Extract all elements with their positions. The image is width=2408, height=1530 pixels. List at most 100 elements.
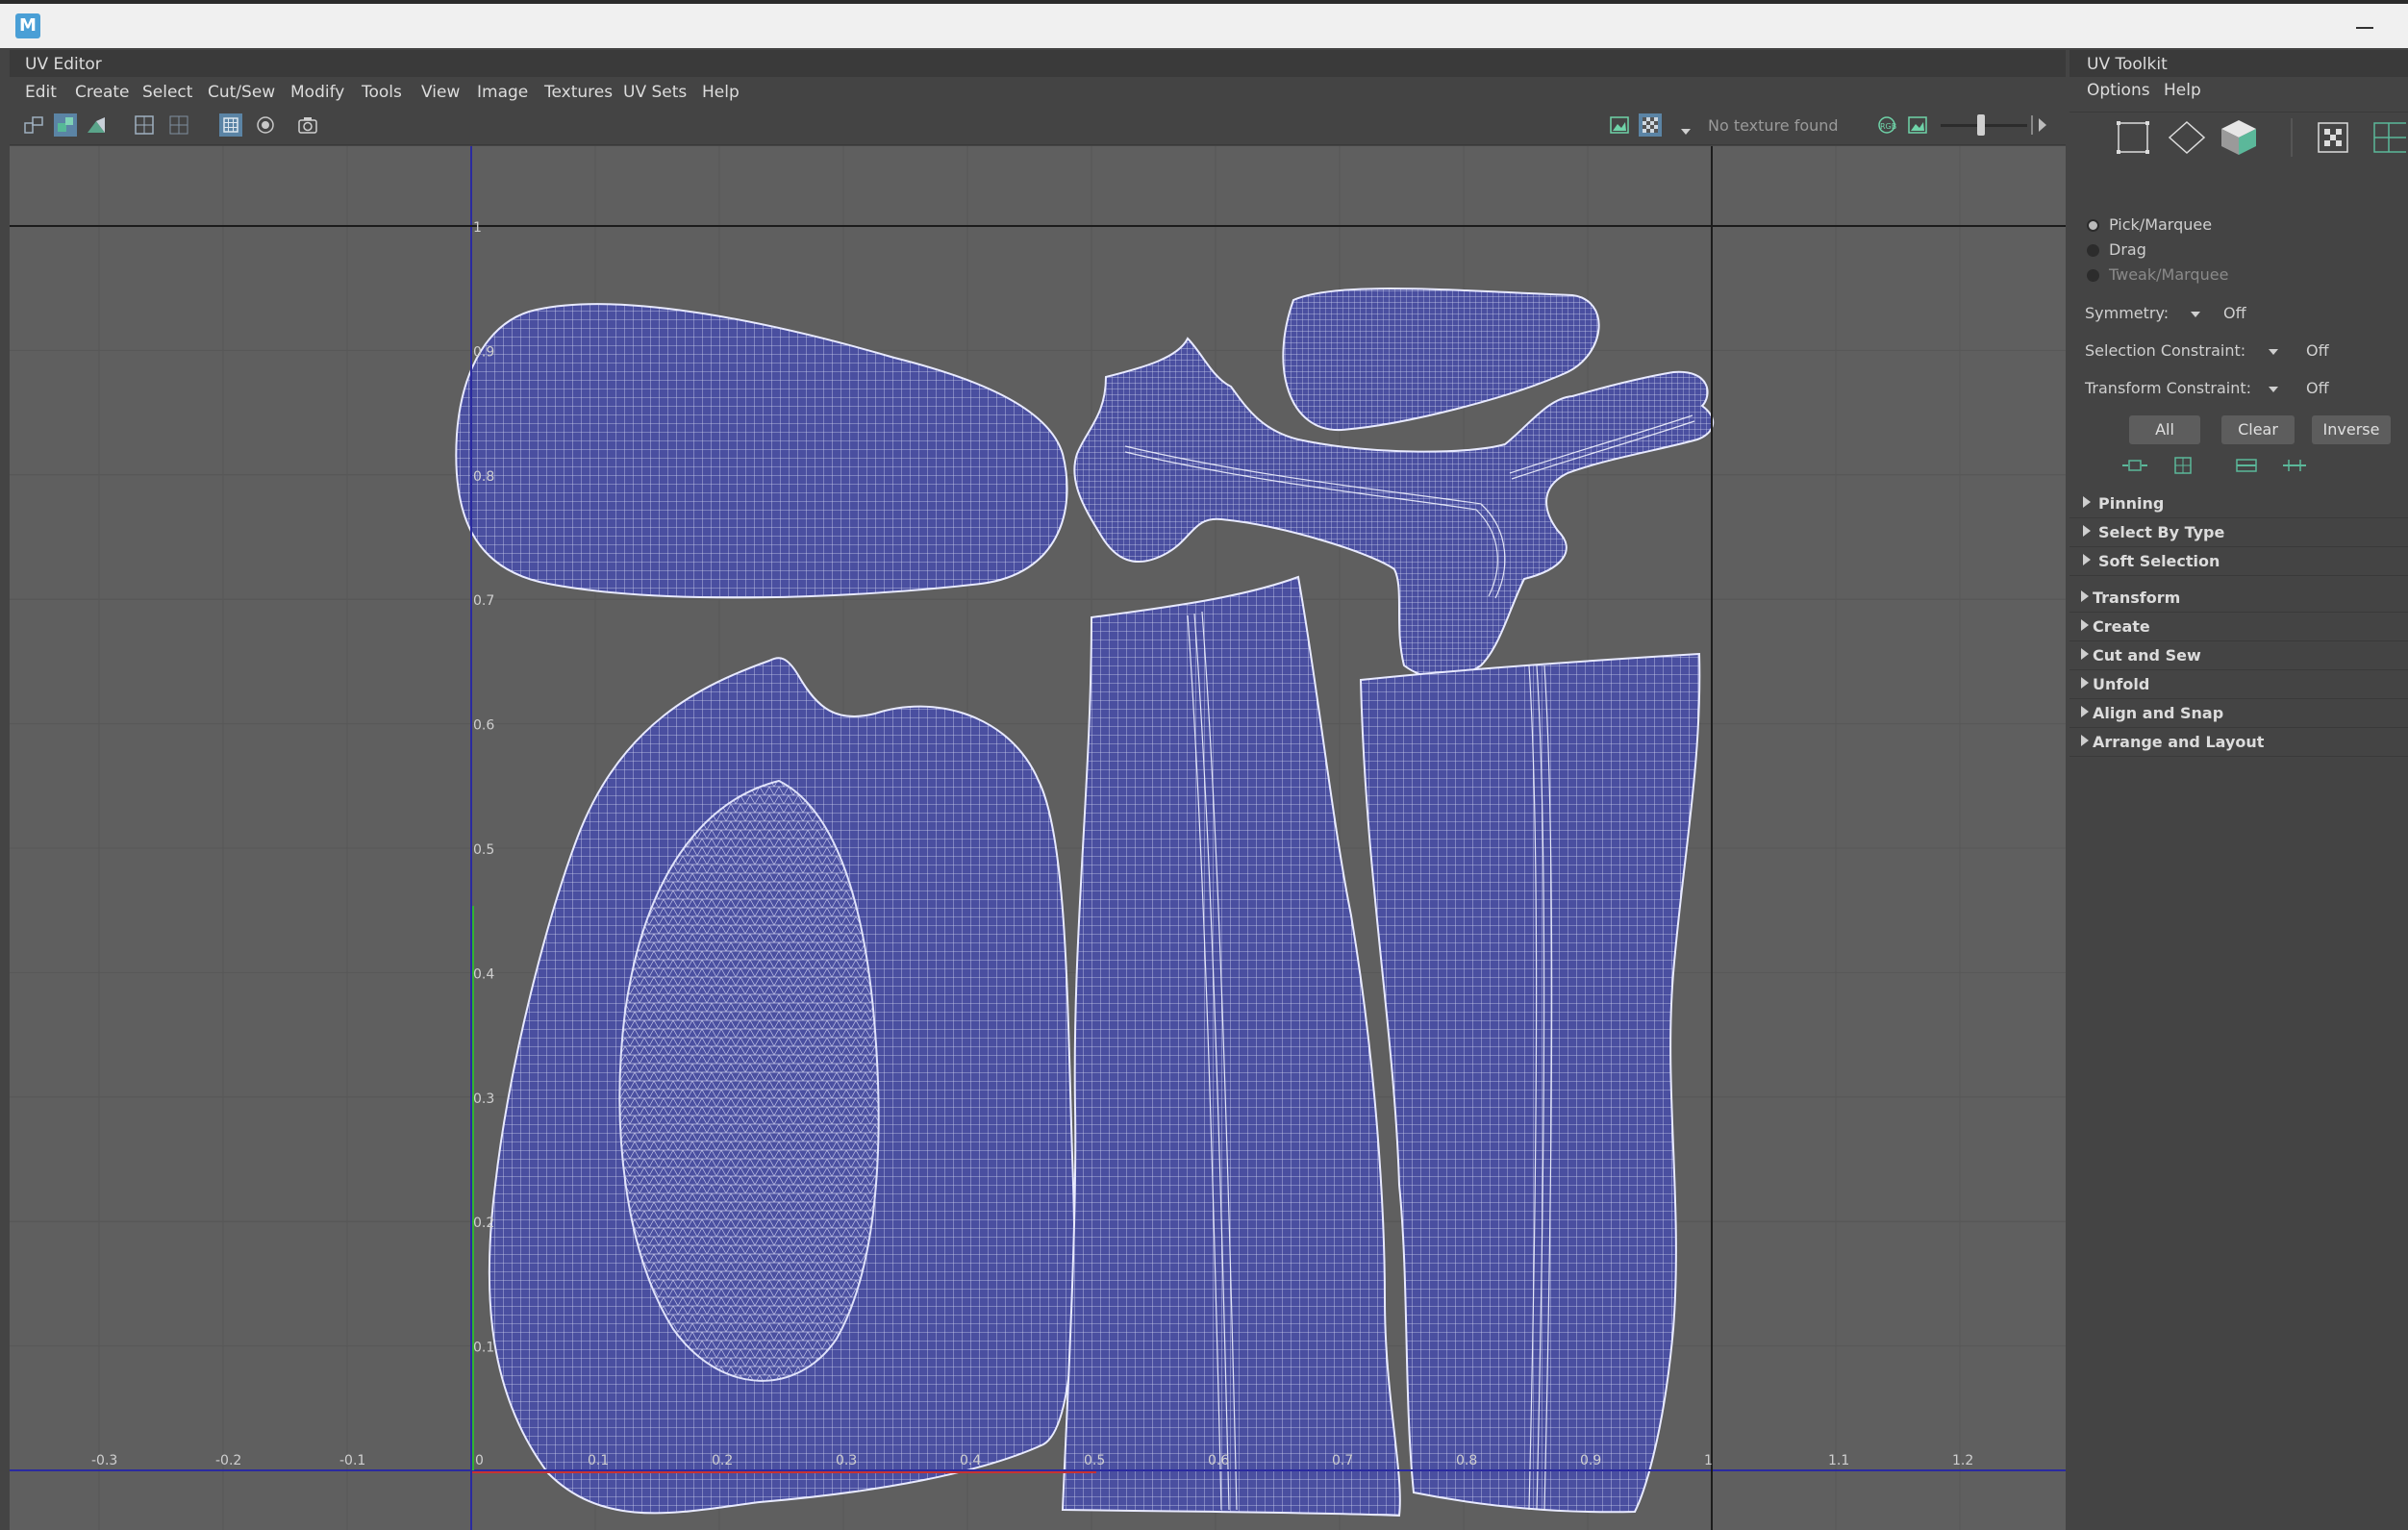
y-axis-tick-label: 0.3 — [473, 1091, 494, 1107]
section-transform[interactable]: Transform — [2069, 583, 2408, 613]
expand-toolbar-icon[interactable] — [2039, 118, 2046, 132]
collapsed-triangle-icon — [2081, 677, 2089, 689]
section-arrange-and-layout-label: Arrange and Layout — [2093, 733, 2265, 751]
section-pinning[interactable]: Pinning — [2069, 489, 2408, 518]
collapsed-triangle-icon — [2081, 590, 2089, 602]
isolate-icon[interactable] — [254, 113, 277, 137]
symmetry-label: Symmetry: — [2085, 304, 2170, 322]
section-soft-selection[interactable]: Soft Selection — [2069, 546, 2408, 576]
distortion-icon[interactable] — [85, 113, 108, 137]
section-align-and-snap[interactable]: Align and Snap — [2069, 698, 2408, 728]
section-arrange-and-layout[interactable]: Arrange and Layout — [2069, 727, 2408, 757]
component-mode-icon[interactable] — [2116, 120, 2150, 155]
uv-shell-bottom-middle[interactable] — [1061, 575, 1401, 1517]
select-edge-ring-icon[interactable] — [2281, 454, 2308, 481]
toolkit-divider — [2291, 118, 2293, 157]
tool-pick-marquee[interactable]: Pick/Marquee — [2087, 215, 2212, 234]
tool-drag[interactable]: Drag — [2087, 240, 2146, 259]
collapsed-triangle-icon — [2081, 619, 2089, 631]
grow-selection-icon[interactable] — [2170, 454, 2196, 481]
uv-shell-bottom-right[interactable] — [1359, 652, 1701, 1514]
uv-shell-icon[interactable] — [23, 113, 46, 137]
section-transform-label: Transform — [2093, 589, 2181, 607]
checker-select-icon[interactable] — [2316, 120, 2350, 155]
window-title-bar: M — [0, 0, 2408, 48]
menu-image[interactable]: Image — [477, 83, 528, 102]
menu-edit[interactable]: Edit — [25, 83, 57, 102]
toolkit-menu-help[interactable]: Help — [2164, 81, 2201, 100]
vertex-diamond-icon[interactable] — [2168, 120, 2206, 155]
menu-select[interactable]: Select — [142, 83, 192, 102]
minimize-button[interactable] — [2356, 27, 2373, 29]
radio-on-icon[interactable] — [2087, 219, 2099, 232]
exposure-slider-handle[interactable] — [1977, 114, 1985, 136]
transform-constraint-value[interactable]: Off — [2306, 379, 2329, 397]
selection-grow-icons — [2069, 452, 2408, 479]
menu-cut-sew[interactable]: Cut/Sew — [208, 83, 275, 102]
checker-icon[interactable] — [219, 113, 242, 137]
snapshot-icon[interactable] — [296, 113, 319, 137]
x-axis-tick-label: 1.1 — [1828, 1453, 1849, 1468]
image-display-icon[interactable] — [1608, 113, 1631, 137]
menu-create[interactable]: Create — [75, 83, 130, 102]
section-cut-and-sew[interactable]: Cut and Sew — [2069, 640, 2408, 670]
uv-shaded-icon[interactable] — [54, 113, 77, 137]
section-select-by-type-label: Select By Type — [2098, 523, 2225, 541]
selection-constraint-dropdown-icon[interactable] — [2269, 349, 2278, 355]
grid-icon[interactable] — [133, 113, 156, 137]
section-unfold[interactable]: Unfold — [2069, 669, 2408, 699]
symmetry-dropdown-icon[interactable] — [2191, 312, 2200, 317]
grid-select-icon[interactable] — [2371, 120, 2408, 155]
x-axis-tick-label: -0.2 — [215, 1453, 241, 1468]
menu-textures[interactable]: Textures — [544, 83, 613, 102]
inverse-selection-button[interactable]: Inverse — [2312, 415, 2391, 444]
texture-filter-icon[interactable]: RGB — [1875, 113, 1898, 137]
x-axis-tick-label: 0.2 — [712, 1453, 733, 1468]
y-axis-tick-label: 1 — [473, 220, 482, 236]
clear-selection-button[interactable]: Clear — [2221, 415, 2295, 444]
radio-off-icon[interactable] — [2087, 244, 2099, 257]
toolkit-mode-icons — [2069, 112, 2408, 170]
section-align-and-snap-label: Align and Snap — [2093, 704, 2224, 722]
menu-help[interactable]: Help — [702, 83, 740, 102]
toolkit-menu-options[interactable]: Options — [2087, 81, 2150, 100]
x-axis-tick-label: 0.8 — [1456, 1453, 1477, 1468]
tool-pick-marquee-label: Pick/Marquee — [2109, 215, 2213, 234]
collapsed-triangle-icon — [2081, 706, 2089, 717]
y-axis-tick-label: 0.6 — [473, 718, 494, 734]
x-axis-tick-label: 1.2 — [1952, 1453, 1973, 1468]
shrink-selection-icon[interactable] — [2121, 454, 2148, 481]
transform-constraint-dropdown-icon[interactable] — [2269, 387, 2278, 392]
subgrid-icon[interactable] — [167, 113, 190, 137]
menu-tools[interactable]: Tools — [362, 83, 402, 102]
symmetry-value[interactable]: Off — [2223, 304, 2246, 322]
uv-shell-top-left[interactable] — [455, 303, 1068, 599]
checker-dropdown-arrow-icon[interactable] — [1681, 129, 1691, 135]
x-axis-tick-label: 0.4 — [960, 1453, 981, 1468]
uv-canvas[interactable]: -0.3 -0.2 -0.1 0 0.1 0.2 0.3 0.4 0.5 0.6 0.7 0.8 0.9… — [10, 146, 2066, 1530]
section-create[interactable]: Create — [2069, 612, 2408, 641]
x-axis-tick-label: 0.3 — [836, 1453, 857, 1468]
y-axis-tick-label: 0.1 — [473, 1341, 494, 1356]
svg-text:RGB: RGB — [1880, 122, 1896, 131]
menu-view[interactable]: View — [421, 83, 460, 102]
uv-viewport[interactable]: -0.3 -0.2 -0.1 0 0.1 0.2 0.3 0.4 0.5 0.6 0.7 0.8 0.9… — [10, 146, 2066, 1530]
menu-modify[interactable]: Modify — [290, 83, 344, 102]
section-select-by-type[interactable]: Select By Type — [2069, 517, 2408, 547]
select-edge-loop-icon[interactable] — [2233, 454, 2260, 481]
object-cube-icon[interactable] — [2220, 118, 2258, 157]
maya-logo-icon: M — [15, 13, 40, 38]
select-all-button[interactable]: All — [2129, 415, 2200, 444]
exposure-icon[interactable] — [1906, 113, 1929, 137]
selection-constraint-value[interactable]: Off — [2306, 341, 2329, 360]
uv-editor-panel: UV Editor Edit Create Select Cut/Sew Mod… — [10, 50, 2066, 1530]
menu-uv-sets[interactable]: UV Sets — [623, 83, 687, 102]
uv-editor-toolbar: No texture found RGB — [10, 106, 2066, 145]
uv-toolkit-header: UV Toolkit — [2069, 50, 2408, 77]
section-pinning-label: Pinning — [2098, 494, 2165, 513]
selection-constraint-label: Selection Constraint: — [2085, 341, 2246, 360]
toolbar-divider — [2031, 115, 2033, 135]
checker-toggle-icon[interactable] — [1639, 113, 1662, 137]
x-axis-labels: -0.3 -0.2 -0.1 0 0.1 0.2 0.3 0.4 0.5 0.6 0.7 0.8 0.9… — [91, 1453, 1973, 1468]
section-cut-and-sew-label: Cut and Sew — [2093, 646, 2201, 665]
